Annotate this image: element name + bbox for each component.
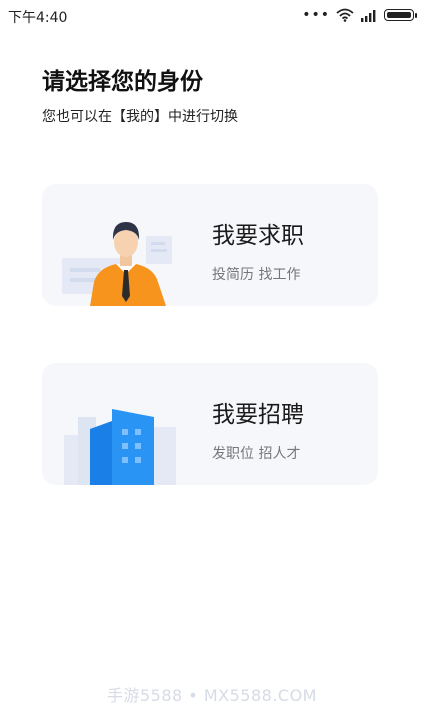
- job-seeker-illustration: [62, 222, 172, 306]
- page-title: 请选择您的身份: [42, 69, 203, 95]
- screen: 下午4:40 ••• 请选择您的身份 您也可以在【我的】中进行切换 我要求职 投…: [0, 0, 424, 714]
- job-seeker-desc: 投简历 找工作: [212, 267, 301, 283]
- battery-icon: [384, 9, 417, 21]
- page-subtitle: 您也可以在【我的】中进行切换: [42, 109, 238, 125]
- job-seeker-title: 我要求职: [212, 223, 304, 249]
- recruiter-title: 我要招聘: [212, 402, 304, 428]
- watermark: 手游5588 • MX5588.COM: [107, 686, 317, 705]
- more-dots-icon: •••: [302, 7, 330, 23]
- recruiter-desc: 发职位 招人才: [212, 446, 301, 462]
- status-icons: •••: [302, 6, 417, 24]
- status-bar: 下午4:40 •••: [0, 0, 424, 30]
- recruiter-card[interactable]: 我要招聘 发职位 招人才: [42, 363, 378, 485]
- building-illustration: [64, 409, 176, 485]
- wifi-icon: [336, 8, 354, 22]
- job-seeker-card[interactable]: 我要求职 投简历 找工作: [42, 184, 378, 306]
- status-time: 下午4:40: [8, 10, 68, 26]
- signal-icon: [361, 9, 376, 22]
